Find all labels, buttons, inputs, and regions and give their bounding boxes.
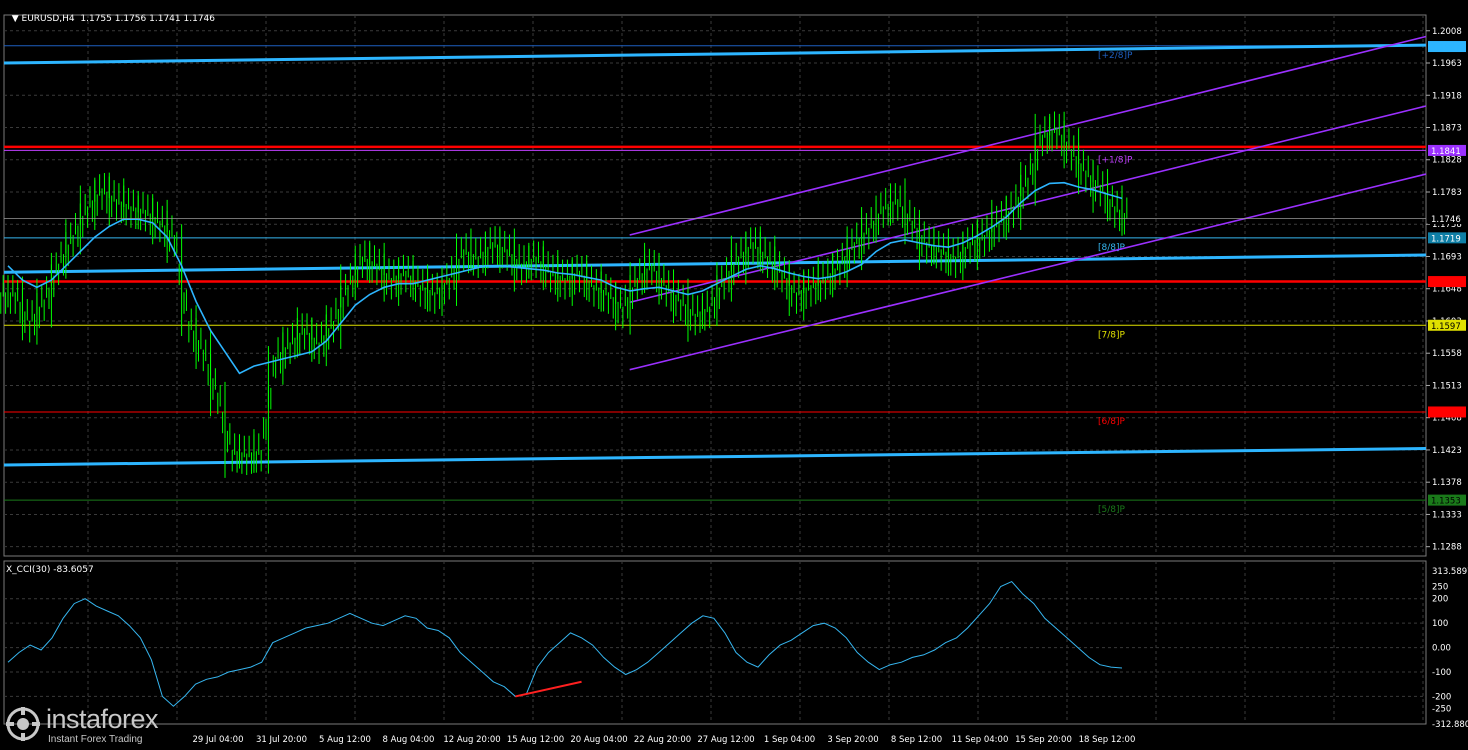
chart-header: ▼ EURUSD,H4 1.1755 1.1756 1.1741 1.1746 bbox=[6, 4, 215, 24]
price-marker-label: 1.1658 bbox=[1431, 278, 1461, 288]
cci-tick-label: -312.8800 bbox=[1432, 720, 1468, 730]
instaforex-logo: instaforex Instant Forex Trading bbox=[4, 704, 204, 748]
low-value: 1.1741 bbox=[149, 14, 181, 24]
x-tick-label: 8 Aug 04:00 bbox=[383, 735, 435, 745]
x-tick-label: 12 Aug 20:00 bbox=[443, 735, 500, 745]
x-tick-label: 20 Aug 04:00 bbox=[570, 735, 627, 745]
x-tick-label: 15 Sep 20:00 bbox=[1015, 735, 1072, 745]
murrey-level-label: [6/8]P bbox=[1098, 417, 1126, 427]
price-marker-label: 1.1987 bbox=[1431, 43, 1461, 53]
high-value: 1.1756 bbox=[114, 14, 147, 24]
price-tick-label: 1.2008 bbox=[1432, 27, 1462, 37]
murrey-level-label: [7/8]P bbox=[1098, 330, 1126, 340]
x-tick-label: 5 Aug 12:00 bbox=[319, 735, 371, 745]
trend-line-middle bbox=[3, 253, 1427, 274]
open-value: 1.1755 bbox=[80, 14, 112, 24]
x-tick-label: 3 Sep 20:00 bbox=[827, 735, 878, 745]
logo-tagline: Instant Forex Trading bbox=[48, 734, 143, 745]
price-marker-label: 1.1719 bbox=[1431, 234, 1461, 244]
cci-header: X_CCI(30) -83.6057 bbox=[6, 565, 94, 575]
price-tick-label: 1.1423 bbox=[1432, 446, 1462, 456]
cci-tick-label: 200 bbox=[1432, 595, 1448, 605]
x-tick-label: 8 Sep 12:00 bbox=[891, 735, 942, 745]
murrey-level-label: [+2/8]P bbox=[1098, 51, 1133, 61]
cci-divergence-line bbox=[515, 680, 582, 698]
cci-panel-frame bbox=[3, 560, 1427, 725]
x-tick-label: 31 Jul 20:00 bbox=[256, 735, 307, 745]
cci-line bbox=[7, 580, 1123, 707]
price-tick-label: 1.1288 bbox=[1432, 543, 1462, 553]
trend-line-upper bbox=[3, 43, 1427, 65]
price-tick-label: 1.1378 bbox=[1432, 478, 1462, 488]
price-tick-label: 1.1693 bbox=[1432, 252, 1462, 262]
cci-tick-label: -200 bbox=[1432, 692, 1451, 702]
cci-tick-label: 250 bbox=[1432, 583, 1448, 593]
x-tick-label: 22 Aug 20:00 bbox=[634, 735, 691, 745]
price-marker-label: 1.1597 bbox=[1431, 322, 1461, 332]
price-tick-label: 1.1828 bbox=[1432, 156, 1462, 166]
cci-tick-label: 0.00 bbox=[1432, 644, 1451, 654]
trend-line-lower bbox=[3, 447, 1427, 467]
x-tick-label: 1 Sep 04:00 bbox=[764, 735, 815, 745]
logo-mark-icon bbox=[6, 707, 40, 741]
murrey-level-label: [5/8]P bbox=[1098, 505, 1126, 515]
close-value: 1.1746 bbox=[183, 14, 216, 24]
price-tick-label: 1.1513 bbox=[1432, 381, 1462, 391]
price-tick-label: 1.1963 bbox=[1432, 59, 1462, 69]
x-tick-label: 15 Aug 12:00 bbox=[507, 735, 564, 745]
x-tick-label: 11 Sep 04:00 bbox=[952, 735, 1009, 745]
x-tick-label: 27 Aug 12:00 bbox=[697, 735, 754, 745]
price-tick-label: 1.1783 bbox=[1432, 188, 1462, 198]
cci-tick-label: 100 bbox=[1432, 619, 1448, 629]
price-tick-label: 1.1333 bbox=[1432, 510, 1462, 520]
logo-name: instaforex bbox=[46, 704, 159, 734]
symbol-label: EURUSD,H4 bbox=[21, 14, 75, 24]
cci-tick-label: 313.5897 bbox=[1432, 567, 1468, 577]
price-tick-label: 1.1558 bbox=[1432, 349, 1462, 359]
price-tick-label: 1.1918 bbox=[1432, 91, 1462, 101]
price-marker-label: 1.1746 bbox=[1431, 215, 1461, 225]
price-marker-label: 1.1476 bbox=[1431, 408, 1461, 418]
price-tick-label: 1.1873 bbox=[1432, 123, 1462, 133]
cci-tick-label: -250 bbox=[1432, 705, 1451, 715]
x-tick-label: 18 Sep 12:00 bbox=[1079, 735, 1136, 745]
chart-canvas: 29 Jul 04:00 31 Jul 20:00 5 Aug 12:00 8 Aug… bbox=[0, 14, 1468, 745]
price-marker-label: 1.1353 bbox=[1431, 497, 1461, 507]
price-marker-label: 1.1841 bbox=[1431, 147, 1461, 157]
symbol-dropdown-icon[interactable]: ▼ bbox=[12, 14, 22, 24]
murrey-level-label: [+1/8]P bbox=[1098, 155, 1133, 165]
cci-tick-label: -100 bbox=[1432, 668, 1451, 678]
